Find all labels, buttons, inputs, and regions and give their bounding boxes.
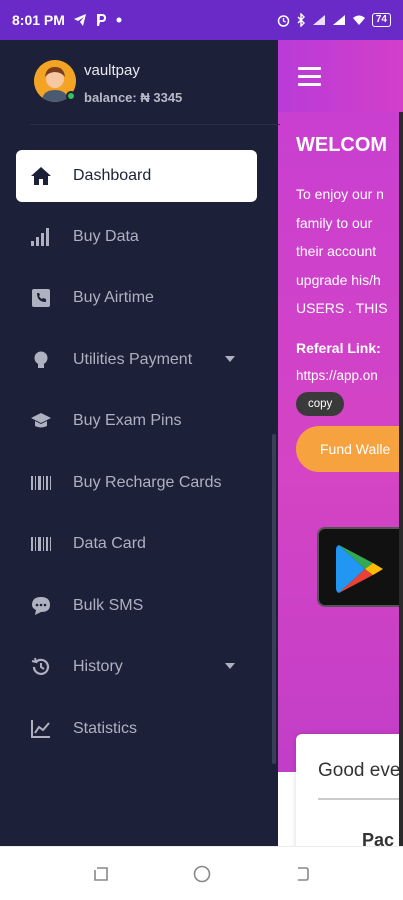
greeting-text: Good eve xyxy=(318,760,401,781)
graduation-cap-icon xyxy=(31,413,51,428)
chevron-down-icon xyxy=(225,663,235,669)
signal-4g-icon xyxy=(332,15,345,25)
sidebar-item-buy-data[interactable]: Buy Data xyxy=(16,211,257,263)
intro-line: their account xyxy=(296,243,377,259)
sidebar-item-data-card[interactable]: Data Card xyxy=(16,518,257,570)
sidebar-item-label: Bulk SMS xyxy=(73,597,144,614)
chart-icon xyxy=(31,720,50,738)
sidebar-item-label: Buy Airtime xyxy=(73,289,154,306)
sidebar-item-label: Utilities Payment xyxy=(73,351,193,368)
referral-label: Referal Link: xyxy=(296,340,381,356)
signal-icon xyxy=(312,15,325,25)
google-play-badge[interactable] xyxy=(317,527,403,607)
sidebar-item-buy-airtime[interactable]: Buy Airtime xyxy=(16,272,257,324)
telegram-icon xyxy=(73,14,86,26)
welcome-intro: To enjoy our n family to our their accou… xyxy=(296,180,388,323)
home-icon xyxy=(31,167,51,185)
user-profile[interactable]: vaultpay balance: ₦ 3345 xyxy=(0,40,278,126)
chat-icon xyxy=(32,597,50,615)
intro-line: family to our xyxy=(296,214,373,231)
menu-icon[interactable] xyxy=(298,67,321,91)
battery-indicator: 74 xyxy=(371,13,391,27)
sidebar-item-statistics[interactable]: Statistics xyxy=(16,703,257,755)
intro-line: upgrade his/h xyxy=(296,271,381,288)
greeting-card: Good eve Pac xyxy=(296,734,403,846)
navigation-drawer: vaultpay balance: ₦ 3345 Dashboard Buy D… xyxy=(0,40,280,846)
phone-icon xyxy=(32,289,50,307)
divider xyxy=(318,798,403,800)
sidebar-item-label: Buy Recharge Cards xyxy=(73,474,222,491)
barcode-icon xyxy=(31,537,51,551)
drawer-scrollbar[interactable] xyxy=(272,434,276,764)
sidebar-item-buy-exam-pins[interactable]: Buy Exam Pins xyxy=(16,395,257,447)
welcome-heading: WELCOM xyxy=(296,134,388,156)
status-time: 8:01 PM xyxy=(12,12,65,28)
wifi-icon xyxy=(352,15,365,25)
intro-line: To enjoy our n xyxy=(296,186,384,202)
profile-divider xyxy=(30,124,280,125)
greeting-subheading: Pac xyxy=(362,830,395,846)
dot-icon xyxy=(116,17,122,23)
sidebar-item-dashboard[interactable]: Dashboard xyxy=(16,150,257,202)
back-icon[interactable] xyxy=(293,865,311,883)
home-button-icon[interactable] xyxy=(193,865,211,883)
intro-line: USERS . THIS xyxy=(296,300,388,316)
paypal-icon xyxy=(96,14,106,26)
dashboard-background: WELCOM To enjoy our n family to our thei… xyxy=(278,40,403,846)
sidebar-item-label: History xyxy=(73,658,123,675)
bulb-icon xyxy=(34,351,48,368)
google-play-icon xyxy=(336,545,383,593)
referral-link[interactable]: https://app.on xyxy=(296,368,378,383)
username: vaultpay xyxy=(84,62,140,79)
app-header xyxy=(278,40,403,112)
recent-apps-icon[interactable] xyxy=(92,865,110,883)
sidebar-item-label: Dashboard xyxy=(73,167,152,184)
fund-wallet-button[interactable]: Fund Walle xyxy=(296,426,403,472)
sidebar-item-bulk-sms[interactable]: Bulk SMS xyxy=(16,580,257,632)
sidebar-item-label: Buy Data xyxy=(73,228,139,245)
history-icon xyxy=(31,657,50,675)
copy-button[interactable]: copy xyxy=(296,392,345,416)
wallet-balance: balance: ₦ 3345 xyxy=(84,90,183,105)
bluetooth-icon xyxy=(297,13,305,27)
status-bar: 8:01 PM 74 xyxy=(0,0,403,40)
sidebar-item-utilities-payment[interactable]: Utilities Payment xyxy=(16,334,257,386)
sidebar-item-history[interactable]: History xyxy=(16,641,257,693)
sidebar-item-label: Statistics xyxy=(73,720,138,737)
sidebar-item-buy-recharge-cards[interactable]: Buy Recharge Cards xyxy=(16,457,257,509)
sidebar-item-label: Buy Exam Pins xyxy=(73,412,182,429)
sidebar-item-label: Data Card xyxy=(73,535,146,552)
chevron-down-icon xyxy=(225,356,235,362)
online-status-dot xyxy=(66,91,76,101)
page-edge xyxy=(399,112,403,846)
signal-bars-icon xyxy=(31,228,49,246)
barcode-icon xyxy=(31,476,51,490)
alarm-icon xyxy=(277,14,290,27)
system-nav-bar xyxy=(0,846,403,900)
